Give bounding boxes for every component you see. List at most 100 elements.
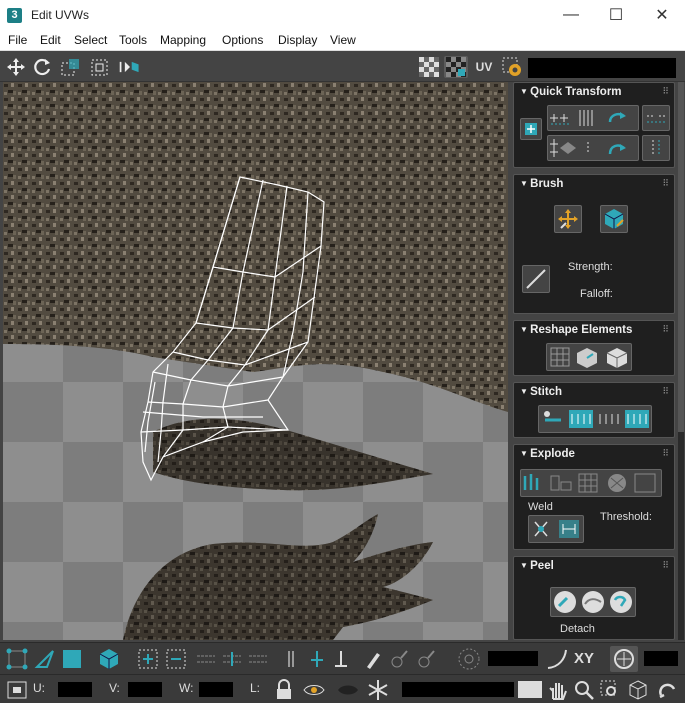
selection-set-dropdown[interactable]	[402, 682, 514, 697]
align-buttons-bottom[interactable]	[547, 135, 639, 161]
zoom-button[interactable]	[572, 677, 596, 702]
zoom-region-button[interactable]	[598, 677, 622, 702]
uv-canvas[interactable]	[3, 82, 508, 640]
rollout-grip-icon[interactable]: ⠿	[662, 448, 669, 459]
align-horizontal-button[interactable]	[642, 105, 670, 131]
weld-buttons[interactable]	[528, 515, 584, 543]
loop-ring-buttons[interactable]	[194, 646, 272, 672]
explode-title[interactable]: Explode	[520, 448, 575, 460]
edge-icon	[34, 650, 54, 668]
freeform-icon	[91, 59, 108, 76]
brush-falloff-button[interactable]	[522, 265, 550, 293]
rollout-grip-icon[interactable]: ⠿	[662, 324, 669, 335]
pan-button[interactable]	[546, 677, 570, 702]
snap-value-field[interactable]	[644, 651, 678, 666]
texture-checker-button[interactable]	[444, 56, 468, 78]
reshape-buttons[interactable]	[546, 343, 632, 371]
uv-editor-viewport[interactable]	[3, 82, 508, 640]
divider-icon	[288, 651, 294, 667]
scrollbar-thumb[interactable]	[678, 82, 684, 432]
menu-view[interactable]: View	[330, 33, 356, 47]
rollout-grip-icon[interactable]: ⠿	[662, 86, 669, 97]
element-mode-button[interactable]	[96, 646, 122, 672]
grow-selection-button[interactable]	[135, 646, 161, 672]
brush-title[interactable]: Brush	[520, 178, 563, 190]
polygon-icon	[63, 650, 81, 668]
menu-edit[interactable]: Edit	[40, 33, 61, 47]
gear-icon	[502, 57, 521, 76]
rotate-tool-button[interactable]	[31, 56, 55, 78]
align-icons	[550, 110, 626, 126]
transform-center-button[interactable]	[520, 118, 542, 140]
edge-mode-button[interactable]	[33, 646, 57, 672]
menu-display[interactable]: Display	[278, 33, 317, 47]
absolute-offset-button[interactable]	[4, 677, 30, 702]
menu-select[interactable]: Select	[74, 33, 107, 47]
move-tool-button[interactable]	[4, 56, 28, 78]
scale-tool-button[interactable]	[59, 56, 83, 78]
align-buttons-top[interactable]	[547, 105, 639, 131]
minimize-button[interactable]: —	[548, 0, 594, 30]
edit-uvws-window: 3 Edit UVWs — ☐ ✕ File Edit Select Tools…	[0, 0, 685, 703]
peel-buttons[interactable]	[550, 587, 636, 617]
tools-panel: Quick Transform ⠿ Brush ⠿	[510, 82, 685, 640]
menu-options[interactable]: Options	[222, 33, 263, 47]
paint-select-shrink-button[interactable]	[415, 646, 437, 672]
w-field[interactable]	[199, 682, 233, 697]
rollout-grip-icon[interactable]: ⠿	[662, 178, 669, 189]
polygon-mode-button[interactable]	[60, 646, 84, 672]
menu-file[interactable]: File	[8, 33, 27, 47]
lock-selection-button[interactable]	[273, 677, 295, 702]
panel-scrollbar[interactable]	[678, 82, 684, 640]
rollout-grip-icon[interactable]: ⠿	[662, 386, 669, 397]
u-field[interactable]	[58, 682, 92, 697]
eye-icon	[303, 684, 325, 695]
point-to-point-button[interactable]	[280, 646, 302, 672]
falloff-type-button[interactable]	[544, 646, 570, 672]
xy-space-label[interactable]: XY	[574, 650, 594, 667]
snap-icon	[614, 649, 634, 669]
peel-title[interactable]: Peel	[520, 560, 554, 572]
pixel-snap-button[interactable]	[610, 646, 638, 672]
stitch-title[interactable]: Stitch	[520, 386, 562, 398]
transform-type-in-bar: U: V: W: L:	[0, 674, 685, 703]
paint-move-button[interactable]	[554, 205, 582, 233]
maximize-button[interactable]: ☐	[593, 0, 639, 30]
snap-toggle-button[interactable]	[655, 677, 679, 702]
explode-buttons[interactable]	[520, 469, 662, 497]
v-label: V:	[109, 681, 120, 695]
uv-label[interactable]: UV	[472, 56, 496, 78]
vertex-mode-button[interactable]	[4, 646, 30, 672]
vertex-icon	[6, 648, 28, 670]
align-vertical-button[interactable]	[642, 135, 670, 161]
hide-button[interactable]	[302, 677, 326, 702]
options-button[interactable]	[500, 56, 524, 78]
threshold-label: Threshold:	[600, 511, 652, 523]
freeform-tool-button[interactable]	[88, 56, 112, 78]
soft-selection-button[interactable]	[456, 646, 482, 672]
reshape-elements-title[interactable]: Reshape Elements	[520, 324, 632, 336]
paint-select-grow-button[interactable]	[388, 646, 410, 672]
rollout-grip-icon[interactable]: ⠿	[662, 560, 669, 571]
zoom-extents-button[interactable]	[626, 677, 650, 702]
soft-selection-icon	[458, 648, 480, 670]
hidden-state-button[interactable]	[336, 677, 360, 702]
window-title: Edit UVWs	[31, 8, 90, 22]
soft-selection-value[interactable]	[488, 651, 538, 666]
menu-tools[interactable]: Tools	[119, 33, 147, 47]
v-field[interactable]	[128, 682, 162, 697]
stitch-buttons[interactable]	[538, 405, 652, 433]
checker-pattern-button[interactable]	[417, 56, 441, 78]
shrink-selection-button[interactable]	[163, 646, 189, 672]
texture-dropdown[interactable]	[528, 58, 676, 78]
mirror-tool-button[interactable]	[118, 56, 142, 78]
element-icon	[99, 649, 119, 669]
select-by-buttons[interactable]	[306, 646, 362, 672]
relax-brush-button[interactable]	[600, 205, 628, 233]
dropdown-arrow-box[interactable]	[518, 681, 542, 698]
close-button[interactable]: ✕	[639, 0, 685, 30]
quick-transform-title[interactable]: Quick Transform	[520, 86, 621, 98]
menu-mapping[interactable]: Mapping	[160, 33, 206, 47]
freeze-button[interactable]	[366, 677, 390, 702]
paint-select-button[interactable]	[362, 646, 384, 672]
